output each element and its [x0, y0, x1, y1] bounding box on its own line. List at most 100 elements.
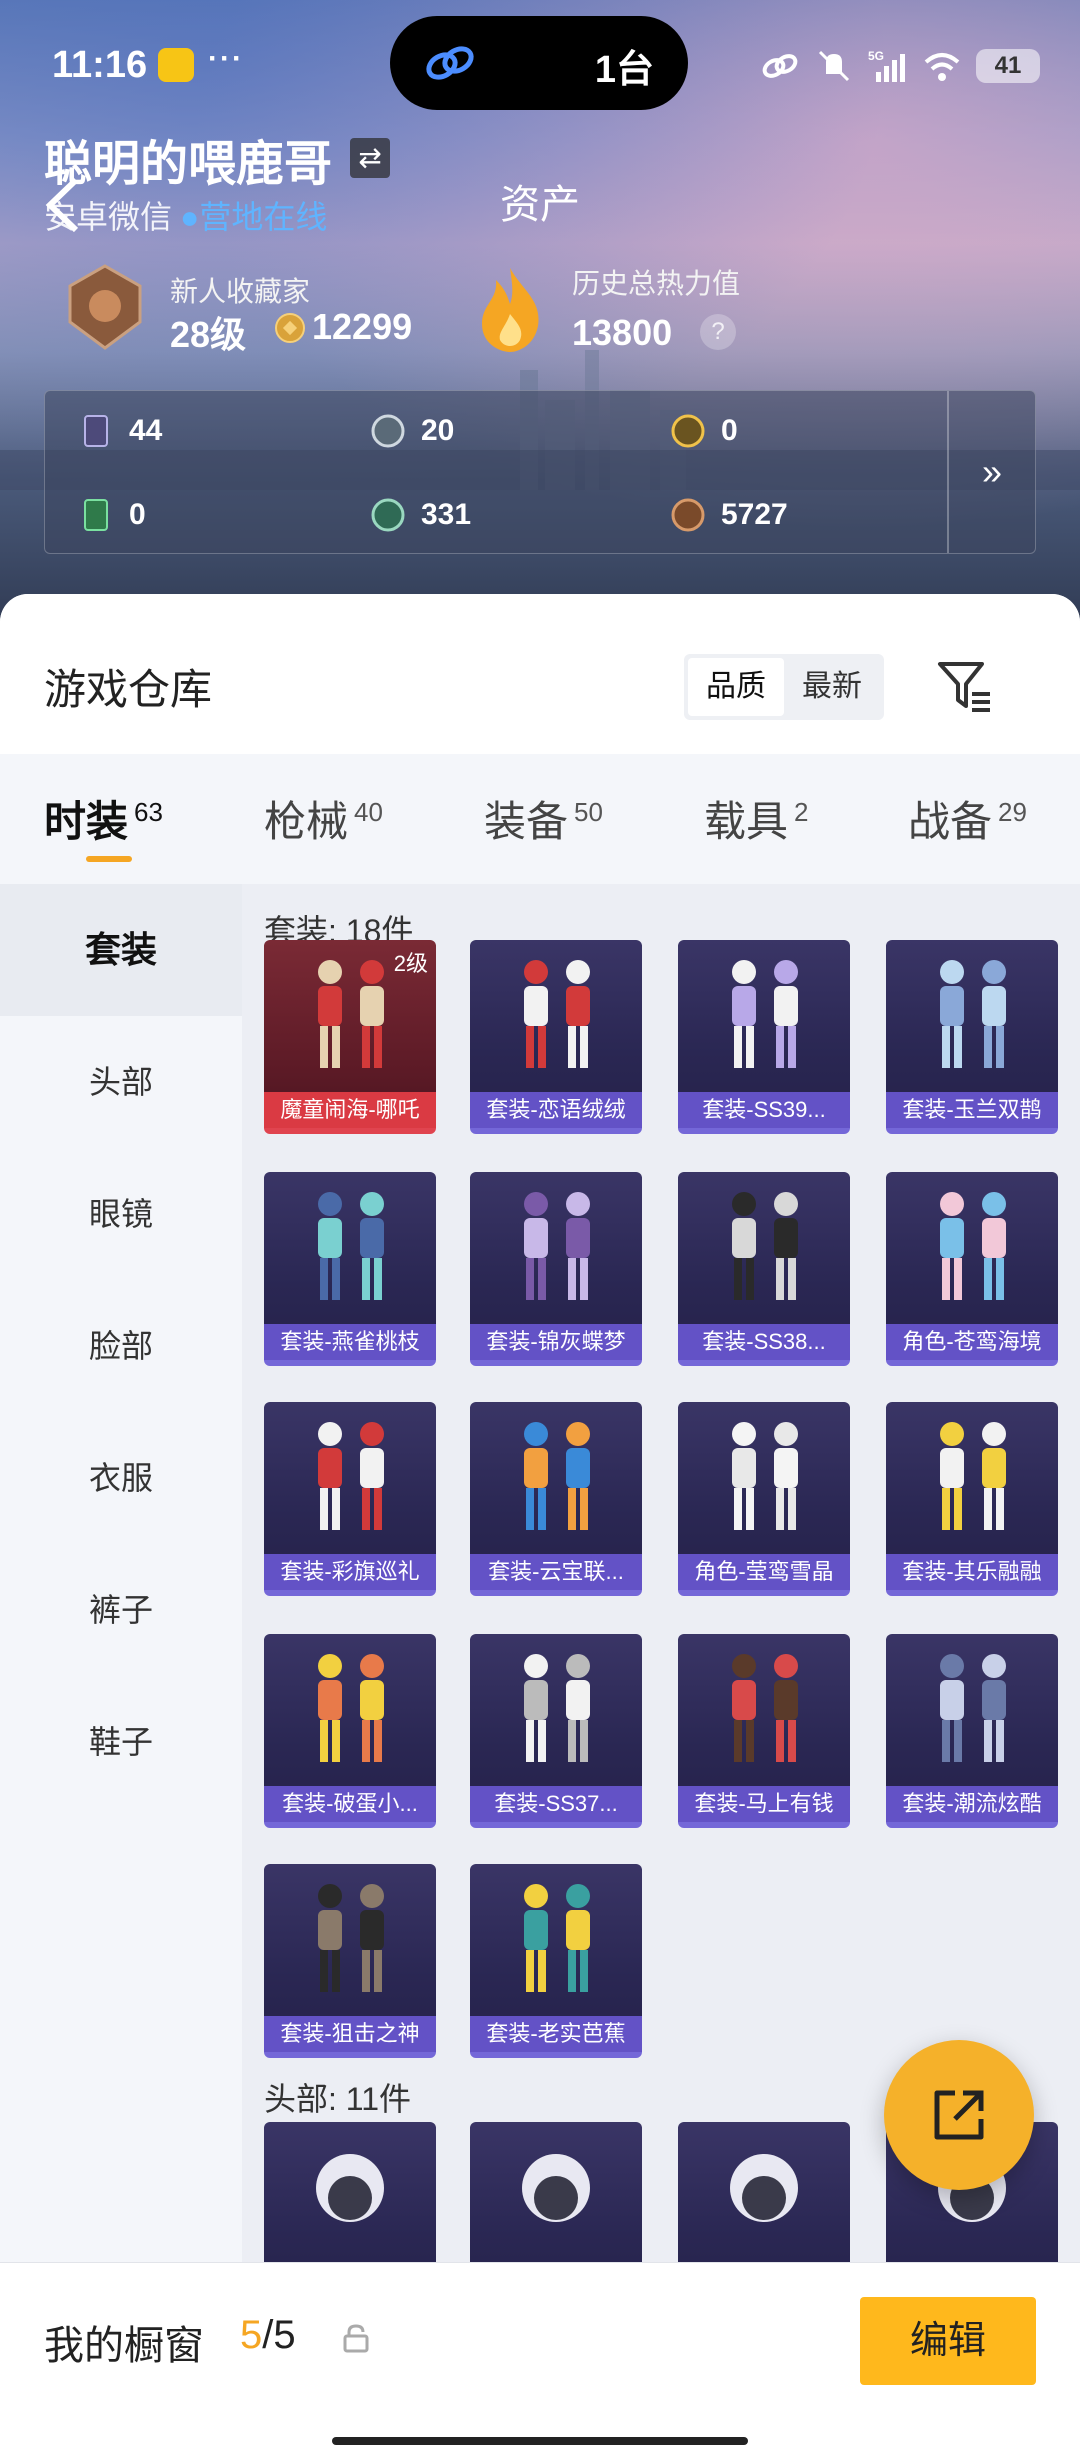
- side-item-clothes[interactable]: 衣服: [0, 1412, 242, 1544]
- outfit-figure-icon: [940, 1654, 1006, 1762]
- item-card[interactable]: 角色-莹鸾雪晶: [678, 1402, 850, 1596]
- dynamic-island[interactable]: 1台: [390, 16, 688, 110]
- section-title-head: 头部: 11件: [264, 2081, 412, 2117]
- asset-bronze: 5727: [671, 493, 788, 537]
- status-time: 11:16: [52, 44, 148, 86]
- help-icon[interactable]: ?: [700, 314, 736, 350]
- item-name: 套装-老实芭蕉: [470, 2016, 642, 2052]
- item-name: 套装-其乐融融: [886, 1554, 1058, 1590]
- tab-equipment[interactable]: 装备 50: [484, 788, 603, 849]
- item-card[interactable]: 套装-云宝联...: [470, 1402, 642, 1596]
- outfit-figure-icon: [318, 1654, 384, 1762]
- coin-icon: [275, 313, 305, 343]
- collector-medal-icon: [68, 264, 142, 350]
- tab-firearms[interactable]: 枪械 40: [264, 788, 383, 849]
- silver-coin-icon: [371, 414, 405, 448]
- tab-fashion[interactable]: 时装 63: [44, 788, 163, 849]
- home-indicator: [332, 2437, 748, 2445]
- item-name: 套装-锦灰蝶梦: [470, 1324, 642, 1360]
- share-icon: [934, 2090, 984, 2140]
- item-card[interactable]: 套装-SS38...: [678, 1172, 850, 1366]
- item-name: 魔童闹海-哪吒: [264, 1092, 436, 1128]
- ticket-icon: [84, 499, 108, 531]
- user-name: 聪明的喂鹿哥: [44, 138, 333, 191]
- tab-count: 29: [998, 797, 1027, 827]
- app-notification-icon: [158, 48, 194, 82]
- island-text: 1台: [594, 49, 654, 91]
- tab-count: 63: [134, 797, 163, 827]
- card-icon: [84, 415, 108, 447]
- item-card[interactable]: 套装-SS37...: [470, 1634, 642, 1828]
- filter-icon[interactable]: [934, 656, 994, 716]
- item-card[interactable]: 套装-破蛋小...: [264, 1634, 436, 1828]
- outfit-figure-icon: [524, 1884, 590, 1992]
- item-card[interactable]: 套装-燕雀桃枝: [264, 1172, 436, 1366]
- heat-value: 13800: [572, 312, 673, 353]
- lock-icon: [343, 2324, 369, 2353]
- tab-label: 载具: [704, 798, 789, 845]
- edit-button[interactable]: 编辑: [860, 2297, 1036, 2385]
- item-name: 套装-狙击之神: [264, 2016, 436, 2052]
- battery-indicator: 41: [976, 49, 1040, 83]
- tab-count: 40: [354, 797, 383, 827]
- showcase-label: 我的橱窗: [44, 2324, 204, 2368]
- showcase-total: /5: [262, 2313, 296, 2357]
- item-card[interactable]: 套装-老实芭蕉: [470, 1864, 642, 2058]
- outfit-figure-icon: [318, 1884, 384, 1992]
- headwear-figure-icon: [730, 2154, 798, 2222]
- side-item-suits[interactable]: 套装: [0, 884, 242, 1016]
- item-card[interactable]: 套装-恋语绒绒: [470, 940, 642, 1134]
- tab-label: 时装: [44, 798, 129, 845]
- sort-quality[interactable]: 品质: [688, 658, 784, 716]
- item-name: 角色-苍鸾海境: [886, 1324, 1058, 1360]
- item-card[interactable]: 套装-锦灰蝶梦: [470, 1172, 642, 1366]
- green-orb-icon: [371, 498, 405, 532]
- item-card[interactable]: 套装-潮流炫酷: [886, 1634, 1058, 1828]
- svg-text:5G: 5G: [868, 49, 884, 63]
- wifi-icon: [924, 53, 960, 81]
- assets-more-button[interactable]: »: [947, 391, 1035, 553]
- warehouse-sheet: 游戏仓库 品质 最新 时装 63 枪械 40 装备 50 载具 2 战备 29 套装 头部…: [0, 594, 1080, 2460]
- mute-icon: [818, 50, 850, 82]
- side-item-pants[interactable]: 裤子: [0, 1544, 242, 1676]
- switch-account-icon[interactable]: ⇄: [350, 138, 390, 178]
- item-card[interactable]: 2级 魔童闹海-哪吒: [264, 940, 436, 1134]
- item-card[interactable]: 套装-彩旗巡礼: [264, 1402, 436, 1596]
- side-item-glasses[interactable]: 眼镜: [0, 1148, 242, 1280]
- item-card[interactable]: 套装-玉兰双鹊: [886, 940, 1058, 1134]
- asset-value: 0: [721, 414, 738, 447]
- item-name: 套装-破蛋小...: [264, 1786, 436, 1822]
- item-card[interactable]: 套装-马上有钱: [678, 1634, 850, 1828]
- item-card[interactable]: 套装-其乐融融: [886, 1402, 1058, 1596]
- item-card[interactable]: 套装-狙击之神: [264, 1864, 436, 2058]
- tab-supplies[interactable]: 战备 29: [908, 788, 1027, 849]
- item-name: 套装-彩旗巡礼: [264, 1554, 436, 1590]
- headwear-figure-icon: [316, 2154, 384, 2222]
- sort-newest[interactable]: 最新: [784, 658, 880, 716]
- side-item-shoes[interactable]: 鞋子: [0, 1676, 242, 1808]
- tab-vehicles[interactable]: 载具 2: [704, 788, 808, 849]
- asset-card: 44: [79, 409, 162, 453]
- side-item-face[interactable]: 脸部: [0, 1280, 242, 1412]
- assets-panel: 44 20 0 0 331 5727 »: [44, 390, 1036, 554]
- asset-value: 20: [421, 414, 455, 447]
- item-card[interactable]: 套装-SS39...: [678, 940, 850, 1134]
- item-card[interactable]: 角色-苍鸾海境: [886, 1172, 1058, 1366]
- outfit-figure-icon: [318, 1422, 384, 1530]
- item-name: 套装-云宝联...: [470, 1554, 642, 1590]
- player-level: 28级: [170, 314, 247, 355]
- item-name: 套装-SS38...: [678, 1324, 850, 1360]
- share-fab[interactable]: [884, 2040, 1034, 2190]
- heat-label: 历史总热力值: [572, 268, 741, 299]
- asset-value: 0: [129, 498, 146, 531]
- item-name: 套装-燕雀桃枝: [264, 1324, 436, 1360]
- bronze-coin-icon: [671, 498, 705, 532]
- outfit-figure-icon: [524, 1422, 590, 1530]
- link-status-icon: [762, 54, 798, 78]
- tab-label: 装备: [484, 798, 569, 845]
- item-name: 套装-恋语绒绒: [470, 1092, 642, 1128]
- side-item-head[interactable]: 头部: [0, 1016, 242, 1148]
- status-bar: 11:16 ··· 1台 5G 41: [0, 0, 1080, 130]
- tab-count: 2: [794, 797, 809, 827]
- outfit-figure-icon: [940, 1192, 1006, 1300]
